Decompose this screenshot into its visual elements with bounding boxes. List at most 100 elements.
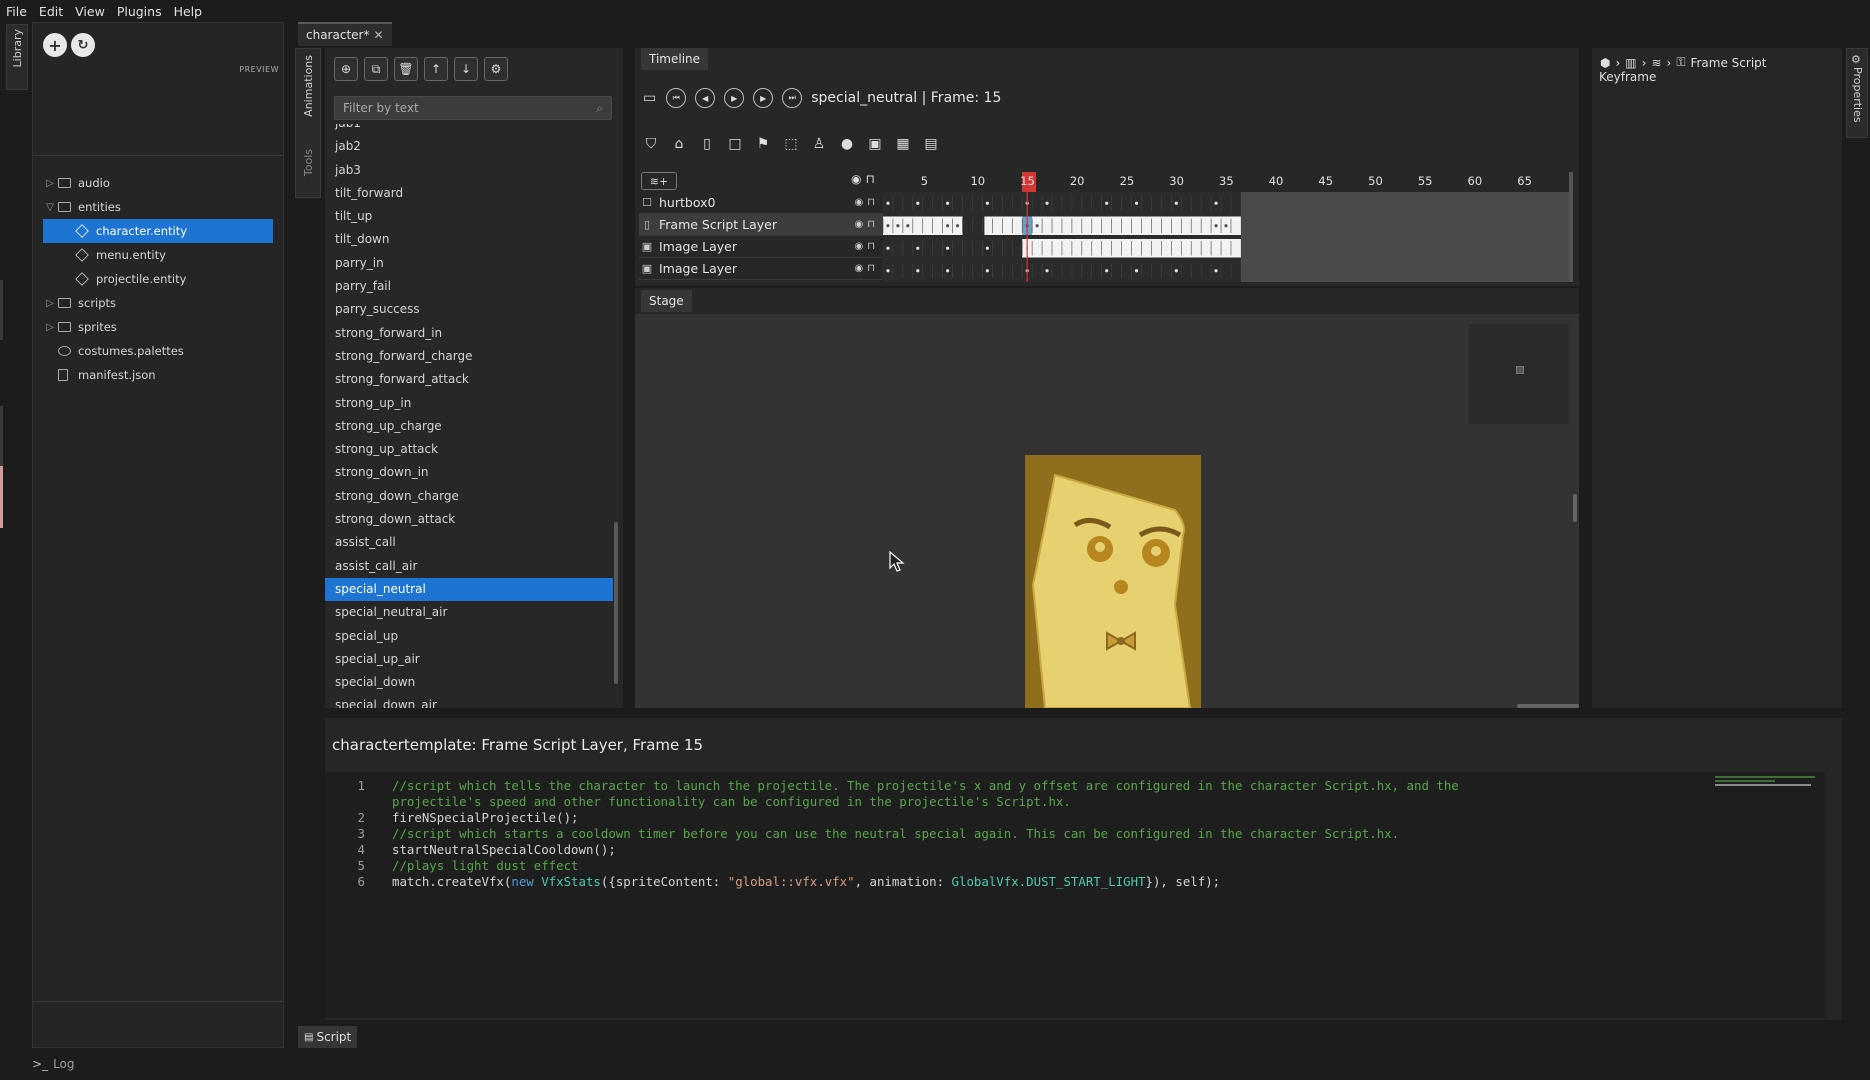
animation-item[interactable]: special_down (325, 671, 613, 694)
script-tab[interactable]: ▤ Script (298, 1026, 358, 1048)
stage-tab[interactable]: Stage (641, 290, 692, 312)
animation-item[interactable]: jab3 (325, 159, 613, 182)
animation-item[interactable]: strong_down_in (325, 461, 613, 484)
library-side-tab[interactable]: Library (11, 29, 24, 67)
film-icon[interactable]: ▥ (1625, 56, 1636, 70)
camera-icon[interactable]: ▭ (643, 90, 656, 106)
flag-icon[interactable]: ⚑ (749, 136, 777, 152)
visibility-icon[interactable]: ◉ (854, 219, 863, 230)
animation-item[interactable]: strong_up_attack (325, 438, 613, 461)
animation-item[interactable]: assist_call (325, 531, 613, 554)
animation-item[interactable]: strong_down_attack (325, 508, 613, 531)
animations-side-tab[interactable]: Animations (302, 55, 315, 117)
tag-icon[interactable]: ⌂ (665, 136, 693, 152)
animation-item[interactable]: jab1 (325, 124, 613, 135)
entity-icon[interactable]: ⬢ (1600, 56, 1610, 70)
trash-icon[interactable]: 🗑 (394, 57, 418, 81)
timeline-tab[interactable]: Timeline (641, 48, 709, 70)
visibility-icon[interactable]: ◉ (854, 263, 863, 274)
refresh-button[interactable]: ↻ (71, 33, 95, 57)
chevron-right-icon[interactable]: ▷ (43, 178, 57, 189)
grid-icon[interactable]: ▦ (889, 136, 917, 152)
animation-item[interactable]: strong_forward_attack (325, 368, 613, 391)
tree-item[interactable]: costumes.palettes (43, 339, 273, 363)
circle-icon[interactable]: ● (833, 136, 861, 152)
tree-item[interactable]: ▽ entities (43, 195, 273, 219)
stage-canvas[interactable] (635, 314, 1579, 708)
close-icon[interactable]: ✕ (373, 28, 383, 42)
animation-item[interactable]: strong_forward_in (325, 322, 613, 345)
animation-item[interactable]: special_up (325, 625, 613, 648)
chevron-right-icon[interactable]: ▷ (43, 322, 57, 333)
frame-ruler[interactable]: 5 10 15 20 25 30 35 40 45 50 55 60 65 (883, 172, 1569, 192)
chevron-right-icon[interactable]: ▷ (43, 298, 57, 309)
scrollbar[interactable] (1569, 172, 1573, 282)
next-frame-icon[interactable]: ▶ (753, 88, 774, 108)
animation-item[interactable]: special_neutral (325, 577, 613, 602)
animation-item[interactable]: parry_in (325, 252, 613, 275)
minimap[interactable] (1469, 324, 1569, 424)
panels-icon[interactable]: ▤ (917, 136, 945, 152)
visibility-icon[interactable]: ◉ (851, 172, 861, 186)
animation-item[interactable]: strong_forward_charge (325, 345, 613, 368)
prev-frame-icon[interactable]: ◀ (695, 88, 716, 108)
last-frame-icon[interactable]: ⏭ (782, 88, 803, 108)
animation-item[interactable]: strong_up_in (325, 392, 613, 415)
rect-icon[interactable]: □ (721, 136, 749, 152)
duplicate-icon[interactable]: ⧉ (364, 57, 388, 81)
menu-view[interactable]: View (69, 4, 111, 19)
lock-icon[interactable]: ⊓ (865, 172, 874, 186)
chevron-down-icon[interactable]: ▽ (43, 202, 57, 213)
add-button[interactable]: + (43, 33, 67, 57)
tree-item[interactable]: menu.entity (43, 243, 273, 267)
play-icon[interactable]: ▶ (724, 88, 745, 108)
file-icon[interactable]: ▯ (693, 136, 721, 152)
lock-icon[interactable]: ⊓ (867, 241, 875, 252)
tree-item[interactable]: ▷ scripts (43, 291, 273, 315)
layer-row[interactable]: ☐ hurtbox0 ◉ ⊓ (639, 192, 883, 214)
visibility-icon[interactable]: ◉ (854, 197, 863, 208)
tree-item[interactable]: character.entity (43, 219, 273, 243)
lock-icon[interactable]: ⊓ (867, 197, 875, 208)
lock-icon[interactable]: ⊓ (867, 263, 875, 274)
visibility-icon[interactable]: ◉ (854, 241, 863, 252)
code-editor[interactable]: 1//script which tells the character to l… (325, 772, 1825, 1018)
menu-file[interactable]: File (0, 4, 33, 19)
gear-icon[interactable]: ⚙ (1851, 53, 1861, 66)
properties-side-tab[interactable]: Properties (1851, 67, 1864, 123)
frame-grid[interactable] (883, 192, 1569, 282)
document-tab[interactable]: character* ✕ (298, 22, 392, 46)
animation-item[interactable]: parry_fail (325, 275, 613, 298)
add-layer-button[interactable]: ≋+ (641, 172, 677, 190)
animation-item[interactable]: parry_success (325, 298, 613, 321)
tree-item[interactable]: ▷ sprites (43, 315, 273, 339)
menu-help[interactable]: Help (168, 4, 209, 19)
first-frame-icon[interactable]: ⏮ (666, 88, 687, 108)
scrollbar[interactable] (614, 522, 618, 684)
animation-item[interactable]: special_up_air (325, 648, 613, 671)
tree-item[interactable]: projectile.entity (43, 267, 273, 291)
settings-icon[interactable]: ⚙ (484, 57, 508, 81)
figure-icon[interactable]: ♙ (805, 136, 833, 152)
animation-item[interactable]: special_neutral_air (325, 601, 613, 624)
animation-item[interactable]: jab2 (325, 135, 613, 158)
filter-icon[interactable]: ⛉ (637, 136, 665, 152)
menu-plugins[interactable]: Plugins (111, 4, 168, 19)
animation-item[interactable]: tilt_up (325, 205, 613, 228)
scrollbar[interactable] (1517, 704, 1579, 708)
layer-row[interactable]: ▣ Image Layer ◉ ⊓ (639, 258, 883, 280)
move-down-icon[interactable]: ↓ (454, 57, 478, 81)
animation-item[interactable]: strong_down_charge (325, 485, 613, 508)
move-up-icon[interactable]: ↑ (424, 57, 448, 81)
layers-icon[interactable]: ≋ (1651, 56, 1661, 70)
layer-row[interactable]: ▣ Image Layer ◉ ⊓ (639, 236, 883, 258)
animation-item[interactable]: tilt_forward (325, 182, 613, 205)
lock-icon[interactable]: ⊓ (867, 219, 875, 230)
code-line[interactable]: 6 match.createVfx(new VfxStats({spriteCon… (325, 872, 1815, 891)
code-minimap[interactable] (1715, 774, 1825, 788)
filter-input[interactable]: Filter by text ⌕ (334, 96, 612, 120)
tree-item[interactable]: ▷ audio (43, 171, 273, 195)
add-animation-icon[interactable]: ⊕ (334, 57, 358, 81)
animation-item[interactable]: tilt_down (325, 228, 613, 251)
tools-side-tab[interactable]: Tools (302, 149, 315, 176)
